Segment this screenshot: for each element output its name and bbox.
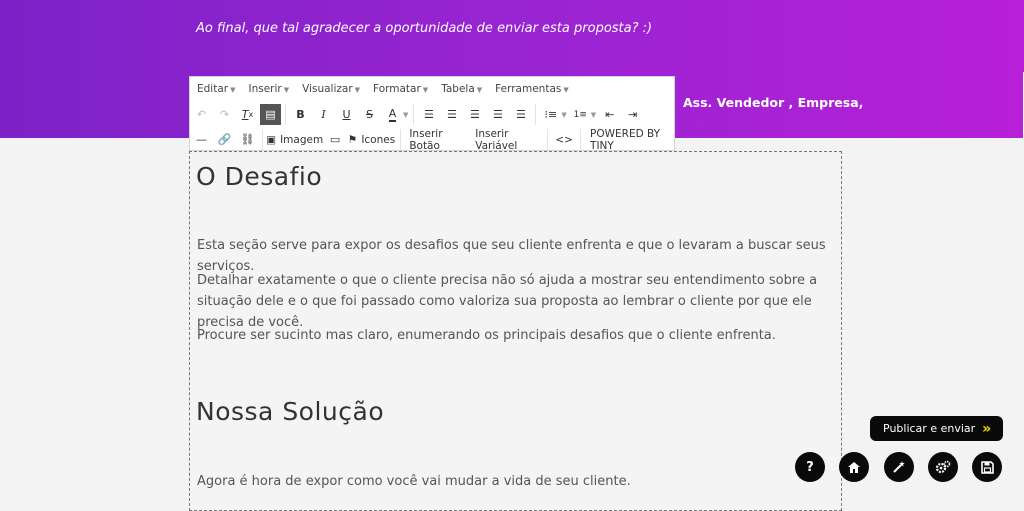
save-button[interactable] bbox=[972, 452, 1002, 482]
menu-editar[interactable]: Editar ▼ bbox=[197, 83, 235, 95]
menu-formatar[interactable]: Formatar ▼ bbox=[373, 83, 428, 95]
toolbar-row-insert: — 🔗 ⛓ ▣ Imagem ▭ ⚑ Icones Inserir Botão In… bbox=[190, 127, 674, 152]
horizontal-rule-icon[interactable]: — bbox=[191, 129, 212, 150]
bullet-list-icon[interactable]: ⁝≡ bbox=[540, 104, 561, 125]
signature-line: Ass. Vendedor , Empresa, bbox=[683, 95, 864, 110]
menu-label: Inserir bbox=[248, 83, 282, 95]
publish-and-send-button[interactable]: Publicar e enviar » bbox=[870, 416, 1003, 441]
menu-label: Ferramentas bbox=[495, 83, 562, 95]
paragraph-desafio-detail: Detalhar exatamente o que o cliente prec… bbox=[197, 273, 818, 330]
paragraph-solucao-intro: Agora é hora de expor como você vai muda… bbox=[197, 474, 631, 489]
insert-icons-button[interactable]: ⚑ Icones bbox=[348, 129, 396, 150]
toolbar-divider bbox=[413, 104, 415, 125]
section-heading-desafio: O Desafio bbox=[196, 162, 323, 191]
insert-button-button[interactable]: Inserir Botão bbox=[404, 128, 468, 152]
menu-label: Tabela bbox=[441, 83, 475, 95]
numbered-list-icon[interactable]: 1≡ bbox=[570, 104, 591, 125]
paste-icon[interactable]: ▤ bbox=[260, 104, 281, 125]
redo-icon[interactable]: ↷ bbox=[214, 104, 235, 125]
menu-tabela[interactable]: Tabela ▼ bbox=[441, 83, 482, 95]
chevron-down-icon[interactable]: ▼ bbox=[561, 111, 566, 119]
home-button[interactable] bbox=[839, 452, 869, 482]
toolbar-row-formatting: ↶ ↷ Tx ▤ B I U S A ▼ ☰ ☰ ☰ ☰ ☰ ⁝≡ ▼ 1≡ ▼… bbox=[190, 102, 644, 127]
chevron-down-icon: ▼ bbox=[283, 86, 290, 94]
save-icon bbox=[980, 460, 994, 474]
chevron-down-icon: ▼ bbox=[230, 86, 236, 94]
flag-icon: ⚑ bbox=[347, 133, 358, 146]
toolbar-divider bbox=[580, 129, 582, 150]
indent-icon[interactable]: ⇥ bbox=[622, 104, 643, 125]
paragraph-desafio-tip: Procure ser sucinto mas claro, enumerand… bbox=[197, 328, 776, 343]
insert-image-label: Imagem bbox=[280, 133, 324, 146]
unlink-icon[interactable]: ⛓ bbox=[237, 129, 258, 150]
align-center-icon[interactable]: ☰ bbox=[441, 104, 462, 125]
align-none-icon[interactable]: ☰ bbox=[510, 104, 531, 125]
help-button[interactable]: ? bbox=[795, 452, 825, 482]
insert-icons-label: Icones bbox=[361, 133, 396, 146]
magic-wand-button[interactable] bbox=[884, 452, 914, 482]
menu-bar: Editar ▼ Inserir ▼ Visualizar ▼ Formatar ▼ T… bbox=[190, 77, 582, 101]
toolbar-divider bbox=[285, 104, 286, 125]
toolbar-divider bbox=[547, 129, 549, 150]
align-right-icon[interactable]: ☰ bbox=[464, 104, 485, 125]
italic-icon[interactable]: I bbox=[313, 104, 334, 125]
menu-label: Formatar bbox=[373, 83, 421, 95]
chevron-down-icon: ▼ bbox=[354, 86, 361, 94]
powered-by-tiny-link[interactable]: POWERED BY TINY bbox=[585, 128, 673, 152]
link-icon[interactable]: 🔗 bbox=[214, 129, 235, 150]
settings-icon bbox=[935, 460, 951, 474]
outdent-icon[interactable]: ⇤ bbox=[599, 104, 620, 125]
magic-wand-icon bbox=[893, 461, 905, 473]
publish-label: Publicar e enviar bbox=[883, 422, 976, 435]
insert-image-button[interactable]: ▣ Imagem bbox=[266, 129, 324, 150]
settings-button[interactable] bbox=[928, 452, 958, 482]
menu-inserir[interactable]: Inserir ▼ bbox=[248, 83, 289, 95]
strikethrough-icon[interactable]: S bbox=[359, 104, 380, 125]
editor-toolbar: Editar ▼ Inserir ▼ Visualizar ▼ Formatar ▼ T… bbox=[189, 76, 675, 152]
underline-icon[interactable]: U bbox=[336, 104, 357, 125]
menu-visualizar[interactable]: Visualizar ▼ bbox=[302, 83, 360, 95]
menu-label: Editar bbox=[197, 83, 229, 95]
menu-ferramentas[interactable]: Ferramentas ▼ bbox=[495, 83, 569, 95]
home-icon bbox=[848, 461, 860, 473]
chevron-down-icon[interactable]: ▼ bbox=[591, 111, 596, 119]
justify-icon[interactable]: ☰ bbox=[487, 104, 508, 125]
chevron-down-icon: ▼ bbox=[476, 86, 483, 94]
menu-label: Visualizar bbox=[302, 83, 353, 95]
chevron-down-icon[interactable]: ▼ bbox=[403, 111, 408, 119]
bold-icon[interactable]: B bbox=[290, 104, 311, 125]
align-left-icon[interactable]: ☰ bbox=[418, 104, 439, 125]
toolbar-divider bbox=[262, 129, 263, 150]
clear-format-icon[interactable]: Tx bbox=[237, 104, 258, 125]
double-chevron-right-icon: » bbox=[982, 420, 991, 437]
help-icon: ? bbox=[806, 459, 814, 475]
media-icon[interactable]: ▭ bbox=[325, 129, 346, 150]
source-code-button[interactable]: <> bbox=[552, 129, 576, 150]
text-color-icon[interactable]: A bbox=[382, 104, 403, 125]
image-icon: ▣ bbox=[266, 133, 277, 146]
toolbar-divider bbox=[399, 129, 401, 150]
chevron-down-icon: ▼ bbox=[563, 86, 569, 94]
undo-icon[interactable]: ↶ bbox=[191, 104, 212, 125]
toolbar-divider bbox=[535, 104, 537, 125]
chevron-down-icon: ▼ bbox=[422, 86, 429, 94]
editor-content-area[interactable]: O Desafio Esta seção serve para expor os… bbox=[189, 151, 842, 511]
insert-variable-button[interactable]: Inserir Variável bbox=[470, 128, 543, 152]
section-heading-solucao: Nossa Solução bbox=[196, 397, 385, 426]
hero-note: Ao final, que tal agradecer a oportunida… bbox=[196, 21, 653, 36]
